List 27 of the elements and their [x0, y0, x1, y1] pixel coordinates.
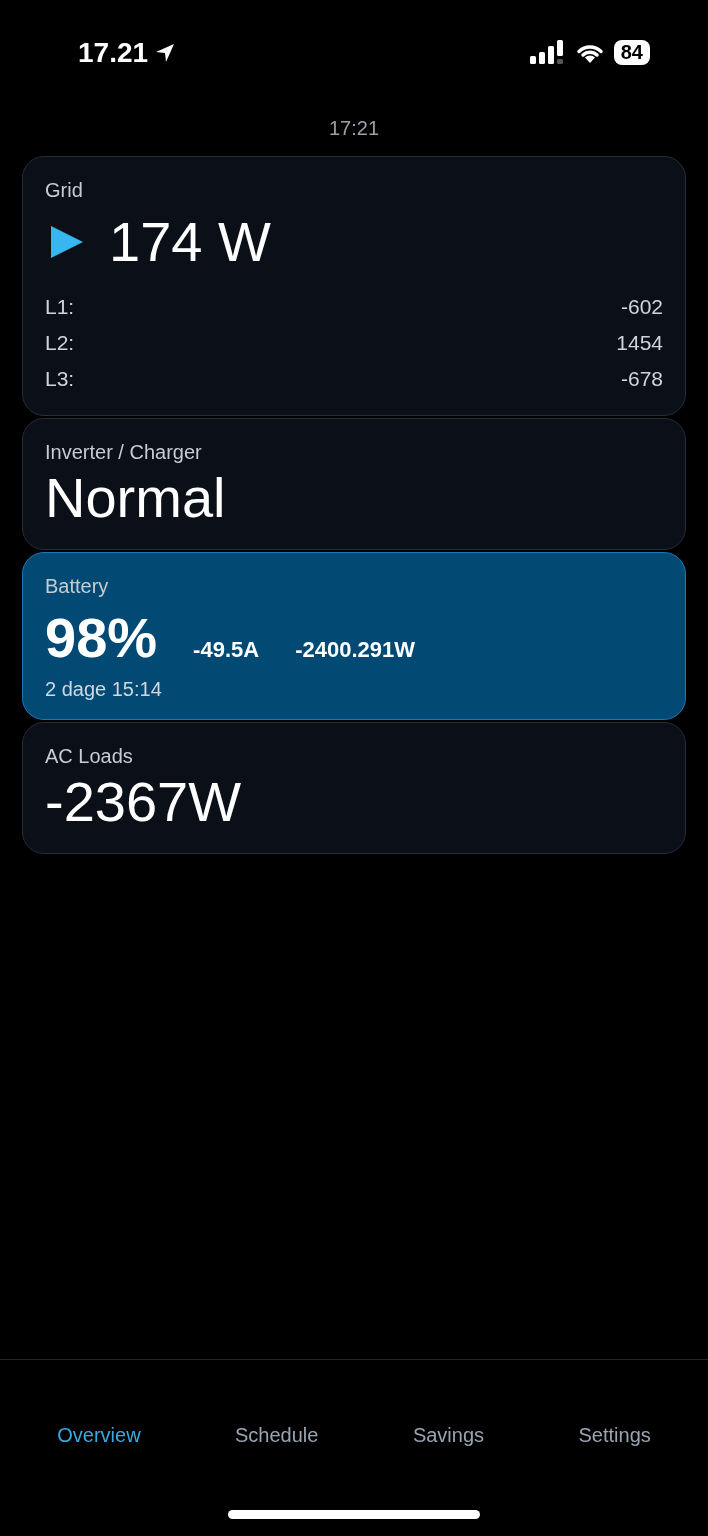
ac-loads-value: -2367W — [45, 768, 242, 835]
card-title: Grid — [45, 179, 83, 202]
card-title: Inverter / Charger — [45, 441, 202, 465]
phase-label: L1: — [45, 294, 75, 321]
phase-value: -678 — [620, 366, 663, 393]
last-updated-time: 17:21 — [327, 117, 381, 140]
tab[interactable]: Savings — [402, 1417, 495, 1453]
inverter-status: Normal — [45, 465, 226, 532]
battery-percentage: 98% — [45, 605, 158, 672]
phase-value: -602 — [620, 294, 663, 321]
battery-power: -2400.291W — [295, 637, 415, 664]
phase-label: L3: — [45, 366, 75, 393]
play-arrow-icon — [49, 223, 85, 260]
status-time: 17.21 — [78, 36, 149, 69]
grid-power-value: 174 W — [109, 209, 271, 275]
location-arrow-icon — [154, 41, 177, 64]
card-title: AC Loads — [45, 744, 133, 768]
phase-value: 1454 — [616, 330, 663, 357]
tab[interactable]: Schedule — [225, 1417, 329, 1453]
card-title: Battery — [45, 575, 109, 599]
phase-label: L2: — [45, 330, 75, 357]
tab[interactable]: Settings — [568, 1417, 661, 1453]
tab[interactable]: Overview — [47, 1417, 151, 1453]
battery-indicator: 84 — [613, 40, 650, 65]
signal-icon — [529, 39, 566, 66]
battery-current: -49.5A — [193, 637, 260, 664]
battery-time-remaining: 2 dage 15:14 — [45, 677, 162, 701]
